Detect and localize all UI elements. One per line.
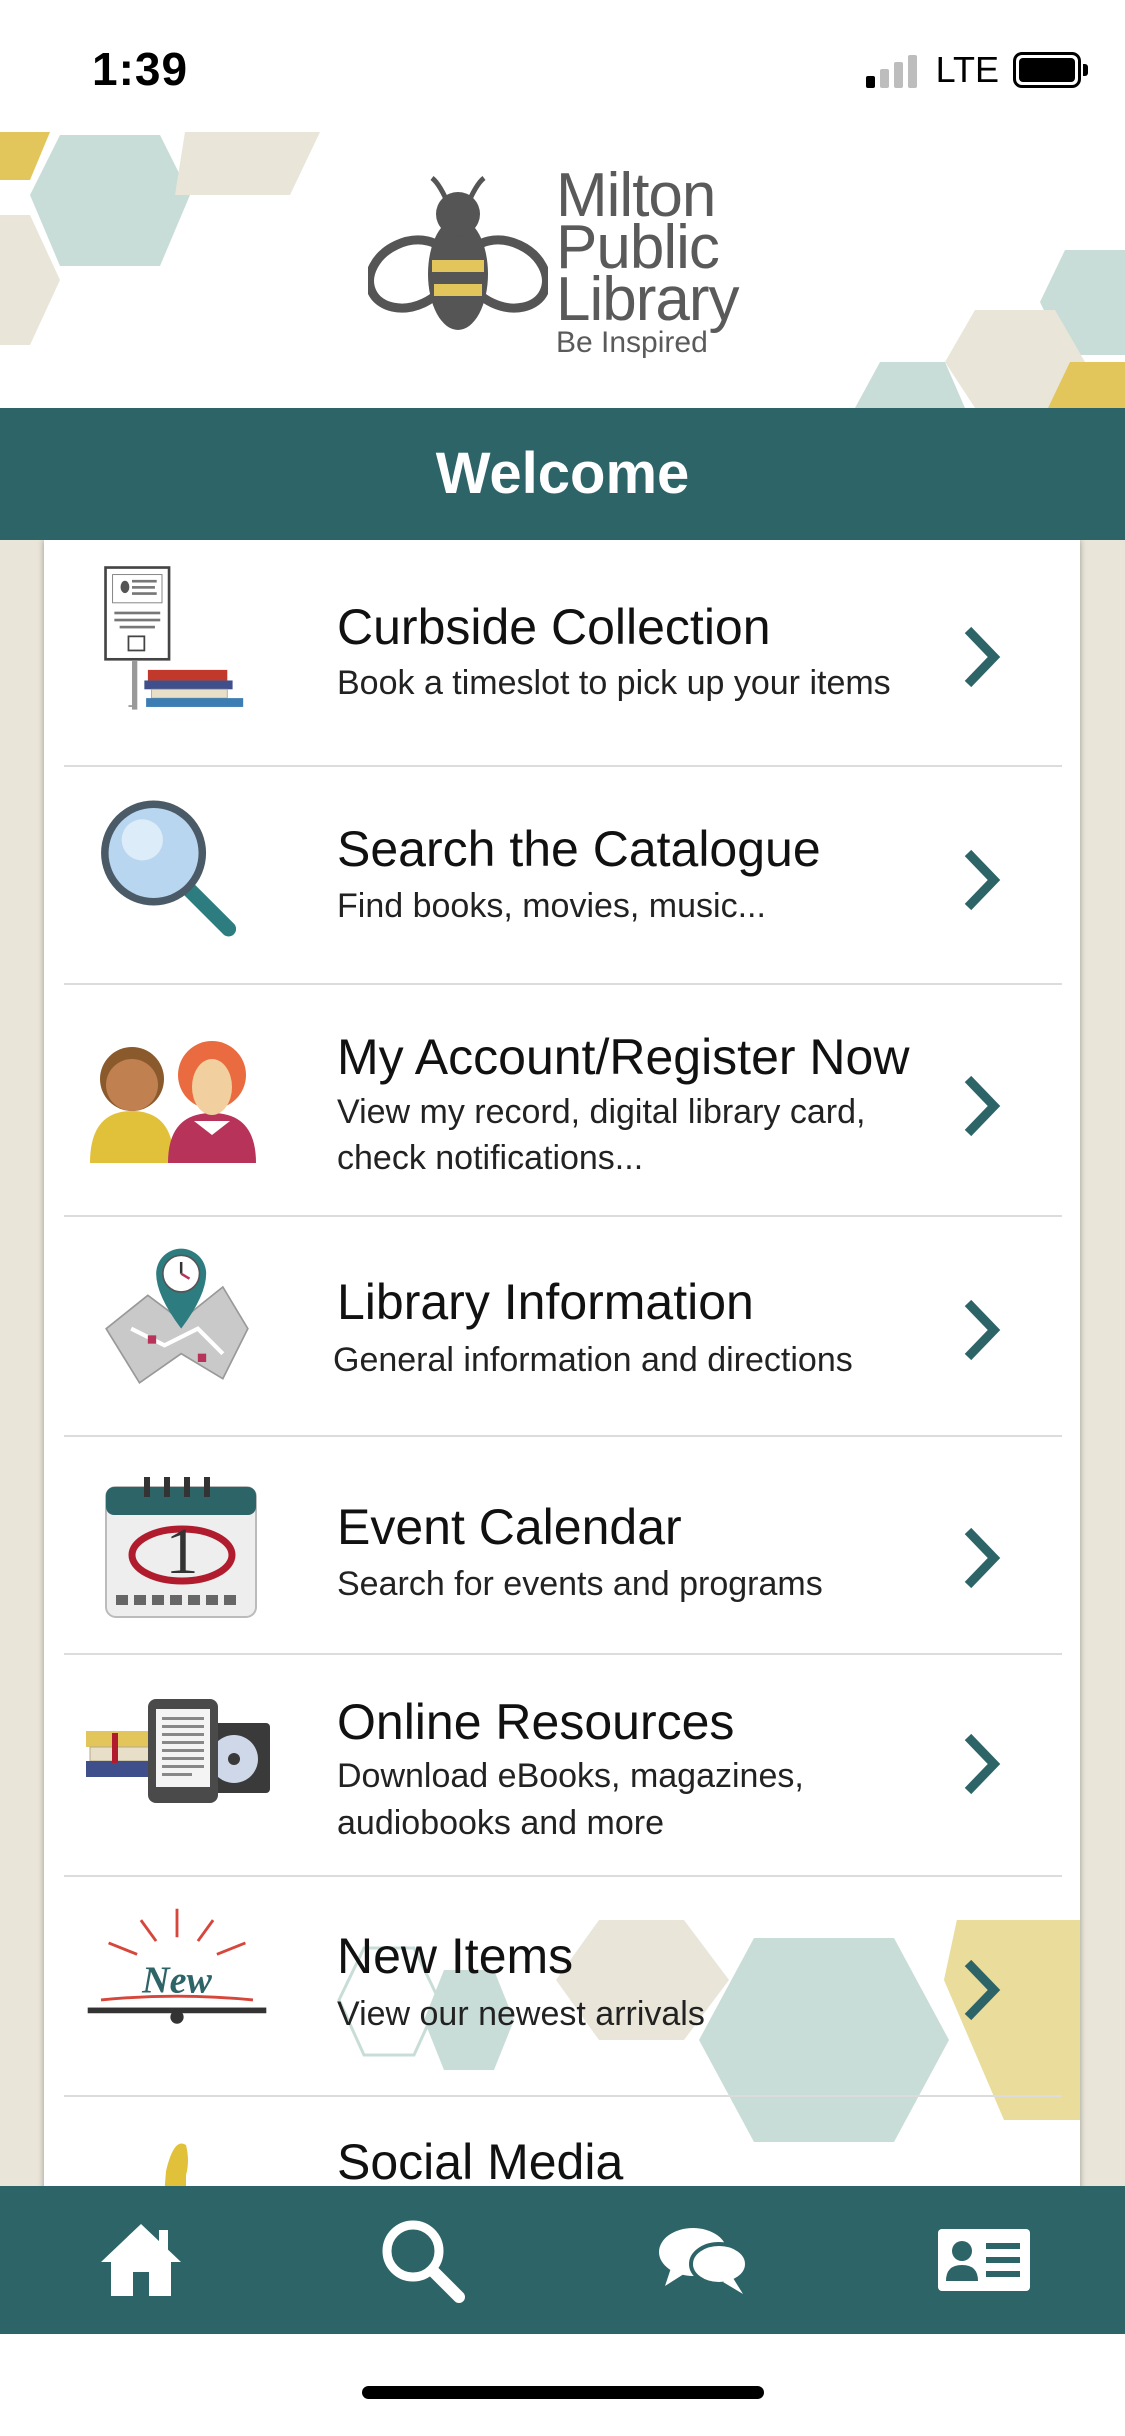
svg-text:1: 1: [166, 1515, 199, 1588]
menu-item-title: New Items: [337, 1928, 574, 1984]
bee-icon: [368, 176, 548, 330]
battery-icon: [1013, 52, 1088, 88]
logo-line: Library: [556, 265, 740, 334]
calendar-icon: 1: [105, 1477, 257, 1618]
signal-icon: [865, 52, 922, 88]
chevron-right-icon: [964, 849, 1001, 911]
menu-item-library-information[interactable]: Library Information General information …: [64, 1215, 1062, 1437]
ereader-books-icon: [86, 1699, 270, 1803]
tab-search[interactable]: [281, 2186, 562, 2334]
chat-bubbles-icon: [658, 2228, 749, 2294]
menu-item-title: Search the Catalogue: [337, 821, 821, 877]
thumbs-up-icon: [164, 2143, 188, 2186]
menu-item-social-media[interactable]: Social Media: [64, 2095, 1062, 2186]
logo-text: Milton Public Library Be Inspired: [556, 165, 740, 360]
status-bar: 1:39 LTE: [0, 0, 1125, 130]
menu-item-online-resources[interactable]: Online Resources Download eBooks, magazi…: [64, 1653, 1062, 1877]
menu-item-subtitle: Search for events and programs: [337, 1565, 823, 1603]
map-pin-icon: [105, 1248, 249, 1385]
magnifying-glass-icon: [101, 800, 237, 937]
chevron-right-icon: [964, 626, 1001, 688]
new-book-icon: New: [87, 1908, 267, 2024]
home-indicator-area: [0, 2334, 1125, 2436]
page-title: Welcome: [435, 441, 690, 506]
menu-panel: Curbside Collection Book a timeslot to p…: [44, 540, 1080, 2186]
menu-item-subtitle: Book a timeslot to pick up your items: [337, 664, 891, 702]
search-icon: [382, 2220, 465, 2303]
status-time: 1:39: [92, 43, 189, 95]
menu-item-title: Event Calendar: [337, 1499, 682, 1555]
chevron-right-icon: [964, 1733, 1001, 1795]
tab-chat[interactable]: [562, 2186, 843, 2334]
bottom-tab-bar: [0, 2186, 1125, 2334]
network-label: LTE: [935, 49, 999, 90]
menu-item-my-account[interactable]: My Account/Register Now View my record, …: [64, 983, 1062, 1217]
tab-library-card[interactable]: [843, 2186, 1124, 2334]
welcome-bar: Welcome: [0, 408, 1125, 540]
app-header: Milton Public Library Be Inspired: [0, 130, 1125, 408]
chevron-right-icon: [964, 1959, 1001, 2021]
library-card-icon: [937, 2229, 1030, 2291]
home-indicator[interactable]: [362, 2386, 764, 2399]
menu-item-subtitle: View my record, digital library card,: [337, 1093, 866, 1131]
menu-item-title: Social Media: [337, 2134, 624, 2186]
menu-scroll-area[interactable]: Curbside Collection Book a timeslot to p…: [0, 540, 1125, 2186]
menu-item-title: Library Information: [337, 1274, 754, 1330]
tab-home[interactable]: [0, 2186, 281, 2334]
chevron-right-icon: [964, 1527, 1001, 1589]
menu-item-title: My Account/Register Now: [337, 1029, 910, 1085]
chevron-right-icon: [964, 1299, 1001, 1361]
menu-item-event-calendar[interactable]: 1 Event Calendar Search for events and p…: [64, 1435, 1062, 1655]
library-logo: Milton Public Library Be Inspired: [368, 165, 768, 380]
menu-item-subtitle: View our newest arrivals: [337, 1995, 705, 2033]
menu-item-new-items[interactable]: New New Items View our newest arrivals: [64, 1875, 1062, 2097]
menu-item-title: Online Resources: [337, 1694, 735, 1750]
menu-item-subtitle: Find books, movies, music...: [337, 887, 766, 925]
menu-item-subtitle: Download eBooks, magazines,: [337, 1757, 804, 1795]
curbside-sign-icon: [104, 566, 244, 710]
menu-item-curbside-collection[interactable]: Curbside Collection Book a timeslot to p…: [64, 540, 1062, 767]
menu-item-title: Curbside Collection: [337, 599, 771, 655]
menu-item-subtitle: General information and directions: [333, 1341, 853, 1379]
home-icon: [100, 2224, 181, 2296]
menu-item-subtitle: check notifications...: [337, 1139, 644, 1177]
chevron-right-icon: [964, 1075, 1001, 1137]
people-icon: [90, 1041, 256, 1163]
menu-item-subtitle: audiobooks and more: [337, 1804, 665, 1842]
status-indicators: LTE: [865, 48, 1088, 92]
menu-item-search-catalogue[interactable]: Search the Catalogue Find books, movies,…: [64, 765, 1062, 985]
